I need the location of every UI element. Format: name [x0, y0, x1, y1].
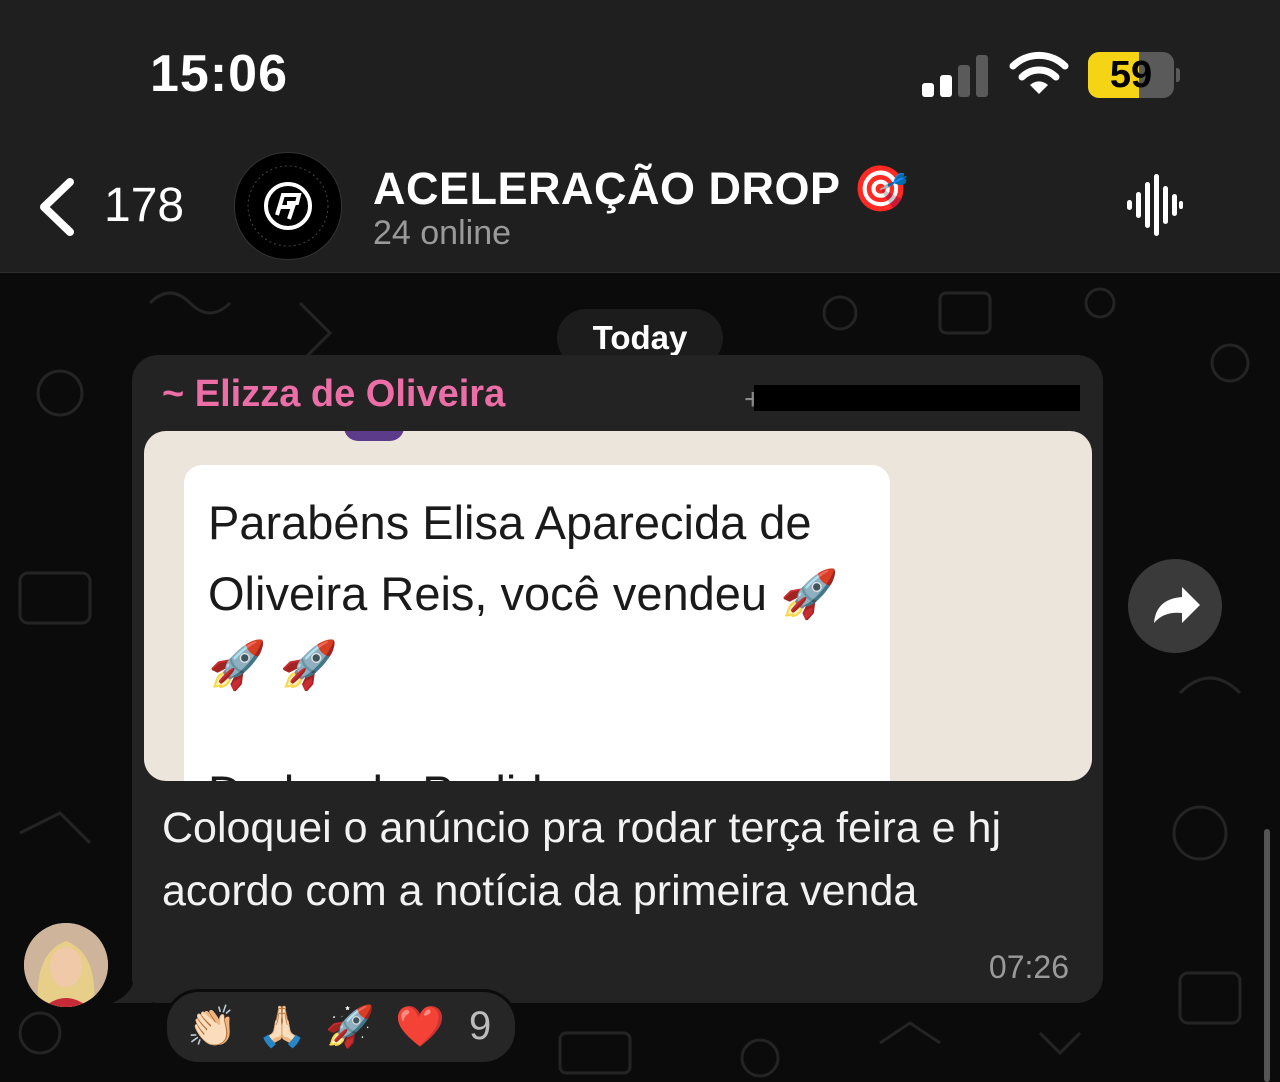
reaction-count: 9 [469, 1004, 492, 1048]
reactions-bar[interactable]: 👏🏻 🙏🏻 🚀 ❤️ 9 [164, 989, 518, 1065]
scrollbar[interactable] [1264, 829, 1270, 1082]
forward-button[interactable] [1128, 559, 1222, 653]
forward-arrow-icon [1154, 587, 1200, 623]
online-count: 24 online [373, 214, 512, 252]
message-image[interactable]: Parabéns Elisa Aparecida de Oliveira Rei… [144, 431, 1092, 781]
status-bar: 15:06 59 [0, 0, 1280, 140]
group-avatar[interactable] [234, 152, 342, 260]
sender-avatar[interactable] [24, 923, 108, 1007]
redaction-bar [754, 385, 1080, 411]
back-unread-count[interactable]: 178 [104, 178, 184, 233]
battery-level: 59 [1109, 54, 1153, 96]
group-title[interactable]: ACELERAÇÃO DROP 🎯 [373, 162, 909, 215]
image-inner-card: Parabéns Elisa Aparecida de Oliveira Rei… [184, 465, 890, 781]
back-chevron-icon[interactable] [34, 176, 78, 238]
status-time: 15:06 [150, 45, 288, 103]
image-text: Parabéns Elisa Aparecida de Oliveira Rei… [208, 496, 839, 691]
image-avatar-fragment [344, 431, 404, 441]
chat-area[interactable]: Today ~ Elizza de Oliveira + Parabéns El… [0, 273, 1280, 1082]
cellular-signal-icon [922, 55, 988, 97]
reaction-heart[interactable]: ❤️ [395, 1004, 445, 1050]
message-time: 07:26 [988, 949, 1069, 985]
reaction-clap[interactable]: 👏🏻 [187, 1004, 237, 1050]
battery-icon: 59 [1088, 52, 1180, 98]
image-cut-text: Dados do Pedido [208, 765, 569, 781]
voice-chat-icon[interactable] [1125, 174, 1183, 236]
sender-name[interactable]: ~ Elizza de Oliveira [162, 373, 505, 416]
reaction-rocket[interactable]: 🚀 [325, 1004, 375, 1050]
message-bubble[interactable]: ~ Elizza de Oliveira + Parabéns Elisa Ap… [132, 355, 1103, 1003]
reaction-pray[interactable]: 🙏🏻 [257, 1004, 307, 1050]
message-text: Coloquei o anúncio pra rodar terça feira… [162, 804, 1002, 915]
group-logo-icon [247, 165, 329, 247]
chat-header: 178 ACELERAÇÃO DROP 🎯 24 online [0, 140, 1280, 273]
wifi-icon [1009, 51, 1069, 94]
